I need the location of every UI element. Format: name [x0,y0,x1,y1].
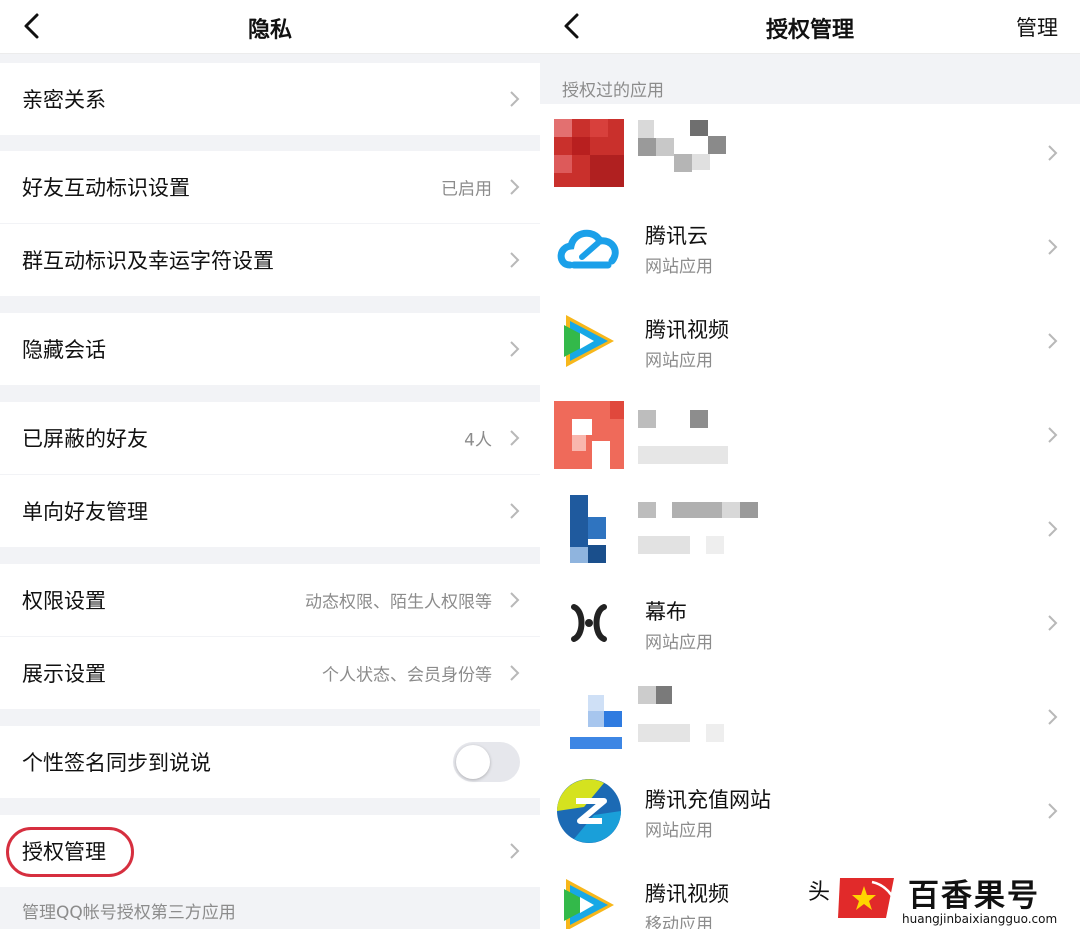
app-type: 网站应用 [645,351,713,371]
row-label: 好友互动标识设置 [22,176,190,200]
app-name: 腾讯视频 [645,882,729,906]
row-friend-interaction-badge[interactable]: 好友互动标识设置 已启用 [0,151,540,223]
app-name: 幕布 [645,600,687,624]
chevron-right-icon [510,430,520,446]
chevron-right-icon [510,179,520,195]
toggle-knob [456,745,490,779]
authorized-apps-section-header: 授权过的应用 [540,54,1080,104]
row-label: 权限设置 [22,589,106,613]
app-name: 腾讯视频 [645,318,729,342]
chevron-right-icon [1048,145,1058,161]
blurred-app-icon [554,495,624,563]
row-label: 隐藏会话 [22,338,106,362]
chevron-right-icon [1048,803,1058,819]
authorization-management-screen: 授权管理 管理 授权过的应用 腾讯云 网站应用 腾讯视频 网站应用 幕布 网站应… [540,0,1080,929]
app-row-blurred[interactable] [540,388,1080,482]
row-label: 个性签名同步到说说 [22,751,211,775]
app-name: 腾讯充值网站 [645,788,771,812]
row-label: 亲密关系 [22,88,106,112]
chevron-right-icon [1048,521,1058,537]
signature-sync-toggle[interactable] [453,742,520,782]
app-row-tencent-cloud[interactable]: 腾讯云 网站应用 [540,200,1080,294]
manage-button[interactable]: 管理 [1016,12,1058,42]
chevron-right-icon [510,91,520,107]
chevron-right-icon [1048,239,1058,255]
watermark-flag-icon [838,878,894,918]
row-status-value: 已启用 [441,179,492,200]
tencent-cloud-icon [557,229,619,269]
blurred-app-icon [554,683,624,751]
chevron-right-icon [510,252,520,268]
app-row-blurred[interactable] [540,482,1080,576]
page-title: 授权管理 [765,18,854,43]
app-type: 网站应用 [645,257,713,277]
app-row-tencent-video-web[interactable]: 腾讯视频 网站应用 [540,294,1080,388]
watermark-partial-char: 头 [808,880,831,905]
row-intimate-relations[interactable]: 亲密关系 [0,63,540,135]
app-row-blurred[interactable] [540,106,1080,200]
authorization-footnote: 管理QQ帐号授权第三方应用 [22,903,236,923]
blurred-app-name [638,502,758,554]
row-display-settings[interactable]: 展示设置 个人状态、会员身份等 [0,637,540,709]
blurred-app-name [638,410,728,464]
chevron-right-icon [1048,615,1058,631]
row-hint-value: 个人状态、会员身份等 [322,665,492,686]
row-group-interaction-badge[interactable]: 群互动标识及幸运字符设置 [0,224,540,296]
row-label: 已屏蔽的好友 [22,427,148,451]
app-type: 移动应用 [645,915,713,929]
authorization-navbar: 授权管理 管理 [540,0,1080,54]
page-title: 隐私 [247,18,292,43]
blurred-app-name [638,686,724,742]
chevron-right-icon [510,503,520,519]
row-hidden-chats[interactable]: 隐藏会话 [0,313,540,385]
app-type: 网站应用 [645,633,713,653]
blocked-count: 4人 [464,430,492,451]
app-row-blurred[interactable] [540,670,1080,764]
row-label: 单向好友管理 [22,500,148,524]
row-hint-value: 动态权限、陌生人权限等 [305,592,492,613]
chevron-right-icon [510,843,520,859]
row-blocked-friends[interactable]: 已屏蔽的好友 4人 [0,402,540,474]
chevron-right-icon [510,665,520,681]
chevron-right-icon [1048,427,1058,443]
row-signature-sync: 个性签名同步到说说 [0,726,540,798]
privacy-screen: 隐私 亲密关系 好友互动标识设置 已启用 群互动标识及幸运字符设置 隐藏会话 已… [0,0,540,929]
watermark-logo: 百香果号 huangjinbaixiangguo.com [836,870,1080,929]
row-permission-settings[interactable]: 权限设置 动态权限、陌生人权限等 [0,564,540,636]
privacy-navbar: 隐私 [0,0,540,54]
blurred-app-name [638,120,726,172]
mubu-logo-icon [571,604,607,642]
row-one-way-friends[interactable]: 单向好友管理 [0,475,540,547]
app-row-mubu[interactable]: 幕布 网站应用 [540,576,1080,670]
tencent-video-icon [564,315,614,367]
chevron-right-icon [510,592,520,608]
blurred-app-icon [554,119,624,187]
app-name: 腾讯云 [645,224,708,248]
app-type: 网站应用 [645,821,713,841]
row-label: 展示设置 [22,662,106,686]
watermark-brand: 百香果号 [908,878,1040,914]
section-label: 授权过的应用 [562,81,664,101]
tencent-video-icon [564,879,614,929]
chevron-right-icon [1048,333,1058,349]
row-label: 群互动标识及幸运字符设置 [22,249,274,273]
watermark-url: huangjinbaixiangguo.com [902,912,1058,926]
chevron-right-icon [1048,709,1058,725]
tencent-recharge-icon [557,779,621,843]
highlight-annotation-ring [6,827,134,877]
chevron-right-icon [510,341,520,357]
app-row-tencent-recharge[interactable]: 腾讯充值网站 网站应用 [540,764,1080,858]
blurred-app-icon [554,401,624,469]
